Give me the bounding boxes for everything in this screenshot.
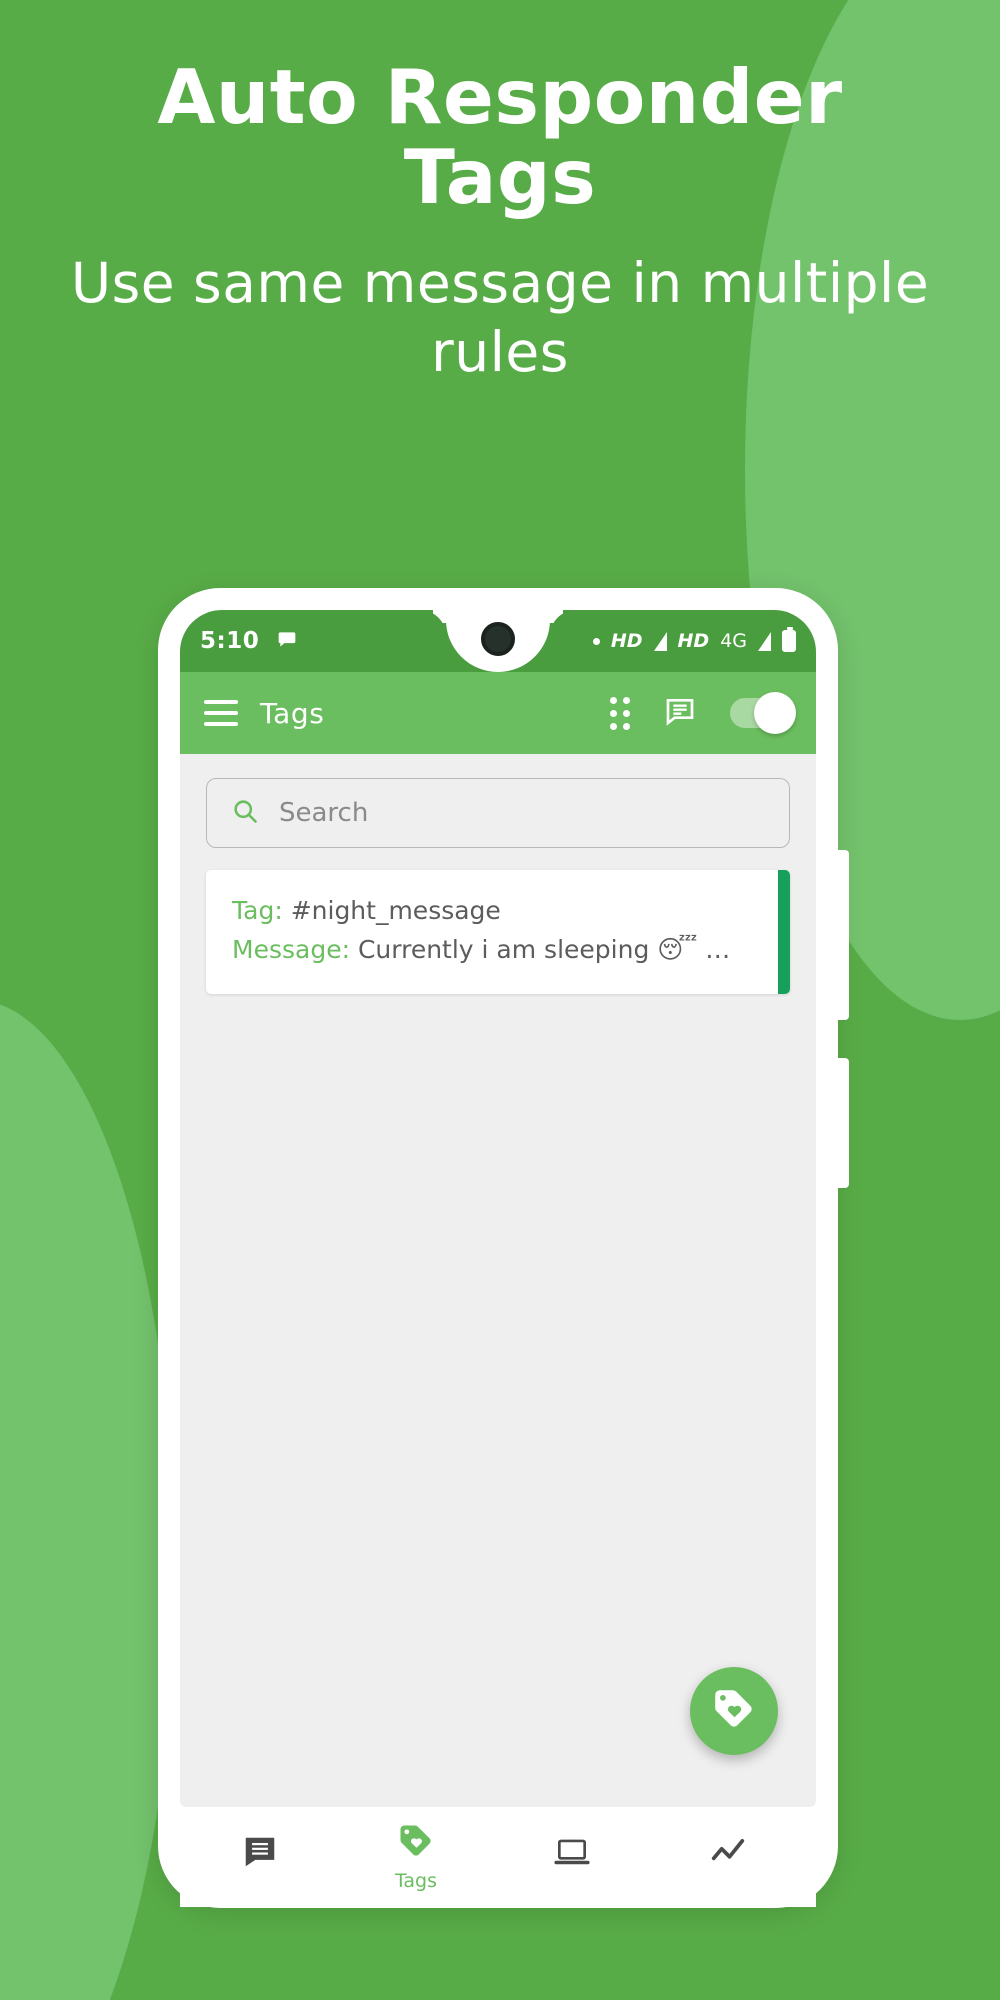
app-bar-title: Tags <box>260 696 325 730</box>
card-accent-bar <box>778 870 790 994</box>
tag-list: Tag: #night_message Message: Currently i… <box>180 848 816 994</box>
nav-item-tags[interactable]: Tags <box>370 1822 462 1892</box>
toggle-knob <box>754 692 796 734</box>
status-hd-label-1: HD <box>610 630 643 652</box>
battery-icon <box>782 627 796 652</box>
search-input[interactable]: Search <box>206 778 790 848</box>
apps-grid-icon[interactable] <box>610 696 630 730</box>
page-subtitle: Use same message in multiple rules <box>70 251 930 385</box>
message-icon[interactable] <box>664 695 696 731</box>
message-row: Message: Currently i am sleeping 😴 … <box>232 931 764 970</box>
phone-power-button[interactable] <box>837 1058 849 1188</box>
page-title: Auto Responder Tags <box>157 53 843 221</box>
status-time: 5:10 <box>200 628 260 654</box>
nav-label-tags: Tags <box>394 1870 438 1892</box>
signal-icon <box>758 631 771 651</box>
bottom-navigation: Tags <box>180 1807 816 1907</box>
status-dot-icon <box>592 637 600 645</box>
app-bar: Tags <box>180 672 816 754</box>
add-tag-button[interactable] <box>690 1667 778 1755</box>
message-label: Message: <box>232 934 350 964</box>
message-icon <box>241 1833 279 1875</box>
search-placeholder: Search <box>279 798 369 828</box>
status-bar-left: 5:10 <box>200 628 297 654</box>
tag-row: Tag: #night_message <box>232 892 764 931</box>
nav-item-analytics[interactable] <box>682 1833 774 1881</box>
phone-screen: 5:10 HD HD 4G Tags Search Tag: #night_me… <box>180 610 816 1807</box>
app-bar-actions <box>610 692 796 734</box>
tag-label: Tag: <box>232 896 283 925</box>
laptop-icon <box>553 1833 591 1875</box>
signal-icon <box>653 631 667 651</box>
promo-headline: Auto Responder Tags Use same message in … <box>0 53 1000 388</box>
tag-value: #night_message <box>290 896 501 925</box>
list-item[interactable]: Tag: #night_message Message: Currently i… <box>206 870 790 994</box>
phone-mockup: 5:10 HD HD 4G Tags Search Tag: #night_me… <box>158 588 849 1908</box>
search-section: Search <box>180 754 816 848</box>
phone-volume-button[interactable] <box>837 850 849 1020</box>
tag-heart-icon <box>711 1686 757 1736</box>
message-value: Currently i am sleeping 😴 … <box>357 934 731 964</box>
nav-item-messages[interactable] <box>214 1833 306 1881</box>
front-camera-icon <box>481 622 515 656</box>
chat-bubble-icon <box>277 629 297 653</box>
hamburger-icon[interactable] <box>204 700 238 726</box>
nav-item-web[interactable] <box>526 1833 618 1881</box>
decorative-blob-left <box>0 1000 175 2000</box>
promo-screenshot: Auto Responder Tags Use same message in … <box>0 0 1000 2000</box>
tag-heart-icon <box>397 1822 435 1864</box>
status-hd-label-2: HD <box>677 630 710 652</box>
status-network-label: 4G <box>720 630 747 652</box>
status-bar: 5:10 HD HD 4G <box>180 610 816 672</box>
analytics-icon <box>709 1833 747 1875</box>
search-icon <box>231 797 259 829</box>
status-bar-right: HD HD 4G <box>592 627 796 652</box>
auto-reply-toggle[interactable] <box>730 692 796 734</box>
